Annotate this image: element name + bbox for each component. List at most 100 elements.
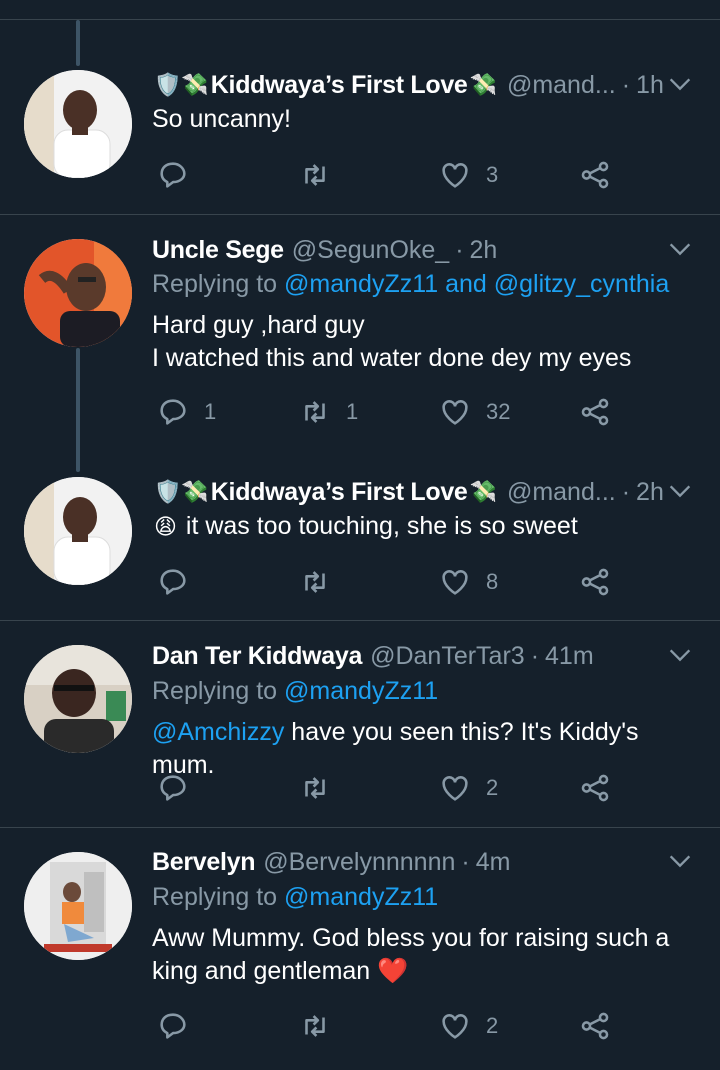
share-icon bbox=[581, 398, 609, 426]
tweet-text-line: So uncanny! bbox=[152, 105, 291, 133]
replying-to-mentions[interactable]: @mandyZz11 and @glitzy_cynthia bbox=[284, 270, 669, 298]
avatar-image bbox=[24, 477, 132, 585]
tweet-actions: 8 bbox=[152, 562, 632, 602]
reply-button[interactable]: 1 bbox=[156, 392, 216, 432]
reply-button[interactable] bbox=[156, 1006, 190, 1046]
tweet-actions: 3 bbox=[152, 155, 632, 195]
display-name[interactable]: Kiddwaya’s First Love bbox=[211, 478, 468, 507]
reply-icon bbox=[160, 399, 186, 425]
user-handle[interactable]: @mand... bbox=[507, 71, 616, 100]
retweet-icon bbox=[305, 401, 325, 423]
tweet-text: 😩 it was too touching, she is so sweet bbox=[152, 510, 690, 543]
display-name[interactable]: Dan Ter Kiddwaya bbox=[152, 642, 362, 671]
tweet-header: Uncle Sege @SegunOke_ · 2h bbox=[152, 233, 700, 267]
reply-icon bbox=[160, 775, 186, 801]
chevron-down-icon[interactable] bbox=[666, 477, 694, 505]
tweet-actions: 2 bbox=[152, 1006, 632, 1046]
tweet[interactable]: Bervelyn @Bervelynnnnnn · 4m Replying to… bbox=[0, 828, 720, 1070]
heart-icon bbox=[442, 163, 468, 188]
timestamp[interactable]: 2h bbox=[636, 478, 664, 507]
display-name[interactable]: Uncle Sege bbox=[152, 236, 284, 265]
heart-icon bbox=[442, 570, 468, 595]
reply-button[interactable] bbox=[156, 562, 190, 602]
separator-dot: · bbox=[621, 477, 631, 506]
tweet-actions: 1 1 32 bbox=[152, 392, 632, 432]
avatar[interactable] bbox=[24, 645, 132, 753]
chevron-down-icon[interactable] bbox=[666, 847, 694, 875]
share-button[interactable] bbox=[578, 392, 612, 432]
user-handle[interactable]: @mand... bbox=[507, 478, 616, 507]
like-button[interactable]: 3 bbox=[438, 155, 498, 195]
user-handle[interactable]: @DanTerTar3 bbox=[370, 642, 525, 671]
share-button[interactable] bbox=[578, 768, 612, 808]
tweet-text-line: Hard guy ,hard guy bbox=[152, 311, 365, 339]
tweet-text-line: Aww Mummy. God bless you for raising suc… bbox=[152, 924, 670, 952]
tweet[interactable]: Uncle Sege @SegunOke_ · 2h Replying to @… bbox=[0, 215, 720, 620]
retweet-button[interactable] bbox=[298, 768, 332, 808]
avatar[interactable] bbox=[24, 477, 132, 585]
tweet-text: So uncanny! bbox=[152, 103, 690, 136]
reply-button[interactable] bbox=[156, 768, 190, 808]
share-icon bbox=[581, 774, 609, 802]
retweet-button[interactable] bbox=[298, 155, 332, 195]
tweet-text-line: I watched this and water done dey my eye… bbox=[152, 344, 632, 372]
share-button[interactable] bbox=[578, 155, 612, 195]
avatar-image bbox=[24, 852, 132, 960]
retweet-icon bbox=[305, 1015, 325, 1037]
chevron-down-icon[interactable] bbox=[666, 235, 694, 263]
like-count: 32 bbox=[486, 399, 511, 424]
user-handle[interactable]: @Bervelynnnnnn bbox=[263, 848, 455, 877]
reply-icon bbox=[160, 569, 186, 595]
retweet-button[interactable] bbox=[298, 1006, 332, 1046]
tweet[interactable]: Dan Ter Kiddwaya @DanTerTar3 · 41m Reply… bbox=[0, 621, 720, 827]
retweet-button[interactable]: 1 bbox=[298, 392, 358, 432]
like-button[interactable]: 8 bbox=[438, 562, 498, 602]
money-emoji: 💸 bbox=[469, 72, 497, 97]
display-name[interactable]: Kiddwaya’s First Love bbox=[211, 71, 468, 100]
heart-icon bbox=[442, 776, 468, 801]
tweet-actions: 2 bbox=[152, 768, 632, 808]
like-button[interactable]: 32 bbox=[438, 392, 510, 432]
timestamp[interactable]: 1h bbox=[636, 71, 664, 100]
separator-dot: · bbox=[621, 70, 631, 99]
retweet-button[interactable] bbox=[298, 562, 332, 602]
like-count: 3 bbox=[486, 162, 499, 187]
separator-dot: · bbox=[455, 235, 464, 264]
like-button[interactable]: 2 bbox=[438, 1006, 498, 1046]
share-button[interactable] bbox=[578, 562, 612, 602]
tweet-text-line: it was too touching, she is so sweet bbox=[185, 512, 578, 540]
retweet-icon bbox=[305, 777, 325, 799]
separator-dot: · bbox=[461, 847, 470, 876]
red-heart-emoji: ❤️ bbox=[377, 957, 409, 985]
tweet-header: 🛡️💸 Kiddwaya’s First Love 💸 @mand... · 2… bbox=[152, 475, 700, 509]
avatar-image bbox=[24, 645, 132, 753]
avatar[interactable] bbox=[24, 239, 132, 347]
mention-link[interactable]: @Amchizzy bbox=[152, 718, 284, 746]
shield-emoji: 🛡️💸 bbox=[154, 479, 209, 504]
replying-to-mentions[interactable]: @mandyZz11 bbox=[284, 883, 438, 911]
separator-dot: · bbox=[530, 641, 540, 670]
user-handle[interactable]: @SegunOke_ bbox=[292, 236, 449, 265]
weary-face-emoji: 😩 bbox=[154, 514, 177, 539]
timestamp[interactable]: 2h bbox=[470, 236, 498, 265]
replying-to: Replying to @mandyZz11 bbox=[152, 883, 438, 912]
timestamp[interactable]: 41m bbox=[545, 642, 594, 671]
reply-icon bbox=[160, 1013, 186, 1039]
like-button[interactable]: 2 bbox=[438, 768, 498, 808]
chevron-down-icon[interactable] bbox=[666, 70, 694, 98]
retweet-icon bbox=[305, 164, 325, 186]
shield-emoji: 🛡️💸 bbox=[154, 72, 209, 97]
heart-icon bbox=[442, 1014, 468, 1039]
replying-to: Replying to @mandyZz11 and @glitzy_cynth… bbox=[152, 270, 669, 299]
replying-to: Replying to @mandyZz11 bbox=[152, 677, 438, 706]
timestamp[interactable]: 4m bbox=[476, 848, 511, 877]
display-name[interactable]: Bervelyn bbox=[152, 848, 256, 877]
replying-to-mentions[interactable]: @mandyZz11 bbox=[284, 677, 438, 705]
share-button[interactable] bbox=[578, 1006, 612, 1046]
avatar[interactable] bbox=[24, 70, 132, 178]
reply-button[interactable] bbox=[156, 155, 190, 195]
tweet[interactable]: 🛡️💸 Kiddwaya’s First Love 💸 @mand... · 1… bbox=[0, 0, 720, 214]
chevron-down-icon[interactable] bbox=[666, 641, 694, 669]
replying-to-label: Replying to bbox=[152, 677, 278, 705]
avatar[interactable] bbox=[24, 852, 132, 960]
